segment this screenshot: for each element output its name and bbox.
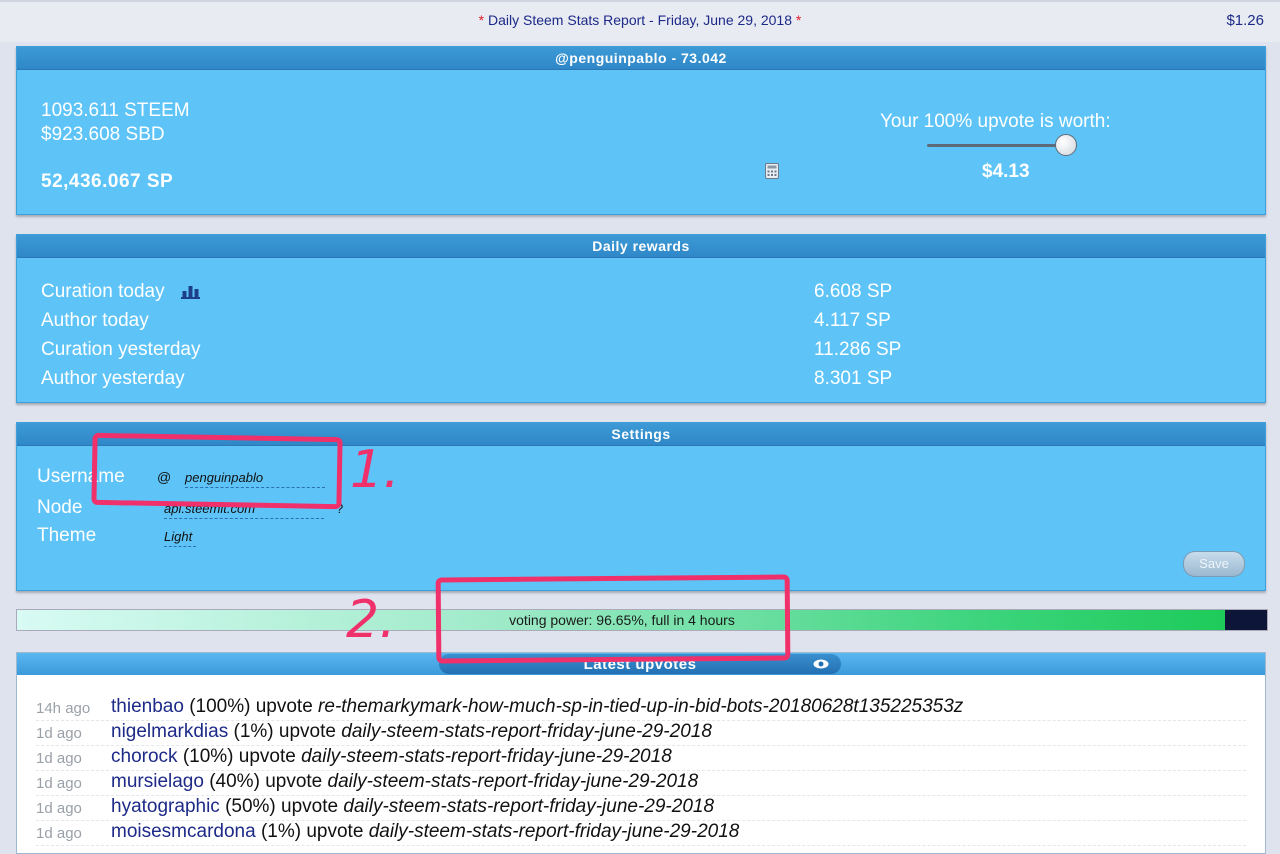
- post-link[interactable]: daily-steem-stats-report-friday-june-29-…: [369, 821, 740, 842]
- post-link[interactable]: daily-steem-stats-report-friday-june-29-…: [343, 796, 714, 817]
- post-link[interactable]: daily-steem-stats-report-friday-june-29-…: [301, 746, 672, 767]
- steem-price: $1.26: [1226, 12, 1264, 29]
- curation-today-value: 6.608 SP: [814, 281, 893, 302]
- upvote-time: 1d ago: [36, 750, 82, 767]
- vote-percent: (1%): [260, 821, 302, 842]
- theme-label: Theme: [37, 525, 97, 546]
- author-yesterday-label: Author yesterday: [41, 368, 185, 389]
- voter-link[interactable]: hyatographic: [111, 796, 220, 817]
- theme-select[interactable]: Light: [164, 529, 196, 547]
- post-link[interactable]: daily-steem-stats-report-friday-june-29-…: [341, 721, 712, 742]
- upvote-slider-thumb[interactable]: [1055, 134, 1077, 156]
- vote-percent: (1%): [233, 721, 274, 742]
- upvote-line: chorock (10%) upvote daily-steem-stats-r…: [111, 746, 672, 768]
- post-link[interactable]: daily-steem-stats-report-friday-june-29-…: [328, 771, 699, 792]
- post-link[interactable]: re-themarkymark-how-much-sp-in-tied-up-i…: [318, 696, 963, 717]
- upvote-time: 14h ago: [36, 700, 91, 717]
- daily-rewards-panel: Daily rewards: [16, 234, 1266, 403]
- annotation-label-2: 2.: [346, 590, 396, 650]
- upvote-row: 1d ago hyatographic (50%) upvote daily-s…: [36, 796, 1246, 821]
- vote-percent: (50%): [225, 796, 276, 817]
- voter-link[interactable]: mursielago: [111, 771, 204, 792]
- node-label: Node: [37, 497, 83, 518]
- curation-yesterday-value: 11.286 SP: [814, 339, 902, 360]
- vote-verb: upvote: [306, 821, 364, 842]
- star-right: *: [795, 12, 802, 28]
- vote-verb: upvote: [238, 746, 296, 767]
- curation-yesterday-label: Curation yesterday: [41, 339, 201, 360]
- curation-today-label: Curation today: [41, 281, 165, 302]
- voter-link[interactable]: moisesmcardona: [111, 821, 256, 842]
- upvote-row: 1d ago moisesmcardona (1%) upvote daily-…: [36, 821, 1246, 846]
- upvote-time: 1d ago: [36, 825, 82, 842]
- save-button[interactable]: Save: [1183, 551, 1245, 577]
- upvote-row: 14h ago thienbao (100%) upvote re-themar…: [36, 696, 1246, 721]
- author-today-label: Author today: [41, 310, 149, 331]
- vote-percent: (10%): [182, 746, 234, 767]
- daily-rewards-title: Daily rewards: [17, 235, 1265, 258]
- upvote-line: thienbao (100%) upvote re-themarkymark-h…: [111, 696, 963, 718]
- upvote-time: 1d ago: [36, 800, 82, 817]
- bar-chart-icon[interactable]: [181, 285, 200, 299]
- sp-balance: 52,436.067 SP: [41, 171, 174, 192]
- annotation-label-1: 1.: [350, 440, 400, 500]
- upvote-line: nigelmarkdias (1%) upvote daily-steem-st…: [111, 721, 712, 743]
- upvote-line: moisesmcardona (1%) upvote daily-steem-s…: [111, 821, 739, 843]
- upvote-row: 1d ago nigelmarkdias (1%) upvote daily-s…: [36, 721, 1246, 746]
- upvote-time: 1d ago: [36, 775, 82, 792]
- author-yesterday-value: 8.301 SP: [814, 368, 893, 389]
- sbd-balance: $923.608 SBD: [41, 124, 165, 145]
- vote-percent: (100%): [189, 696, 251, 717]
- calculator-icon[interactable]: [765, 163, 779, 179]
- upvote-worth-label: Your 100% upvote is worth:: [880, 111, 1111, 132]
- voter-link[interactable]: thienbao: [111, 696, 184, 717]
- annotation-box-2: [435, 574, 791, 664]
- account-title: @penguinpablo - 73.042: [17, 47, 1265, 70]
- vote-verb: upvote: [281, 796, 339, 817]
- top-bar: * Daily Steem Stats Report - Friday, Jun…: [0, 0, 1280, 42]
- voter-link[interactable]: chorock: [111, 746, 178, 767]
- upvote-worth-value: $4.13: [982, 161, 1030, 182]
- report-title-text: Daily Steem Stats Report - Friday, June …: [488, 12, 792, 28]
- vote-percent: (40%): [209, 771, 260, 792]
- upvote-slider-track[interactable]: [927, 144, 1067, 147]
- star-left: *: [478, 12, 485, 28]
- author-today-value: 4.117 SP: [814, 310, 891, 331]
- voter-link[interactable]: nigelmarkdias: [111, 721, 228, 742]
- vote-verb: upvote: [255, 696, 313, 717]
- upvote-line: mursielago (40%) upvote daily-steem-stat…: [111, 771, 698, 793]
- upvote-row: 1d ago chorock (10%) upvote daily-steem-…: [36, 746, 1246, 771]
- annotation-box-1: [91, 432, 343, 510]
- eye-icon[interactable]: [813, 659, 829, 669]
- report-title[interactable]: * Daily Steem Stats Report - Friday, Jun…: [0, 12, 1280, 28]
- steem-balance: 1093.611 STEEM: [41, 100, 190, 121]
- upvote-time: 1d ago: [36, 725, 82, 742]
- upvote-line: hyatographic (50%) upvote daily-steem-st…: [111, 796, 714, 818]
- vote-verb: upvote: [265, 771, 323, 792]
- upvote-row: 1d ago mursielago (40%) upvote daily-ste…: [36, 771, 1246, 796]
- vote-verb: upvote: [278, 721, 336, 742]
